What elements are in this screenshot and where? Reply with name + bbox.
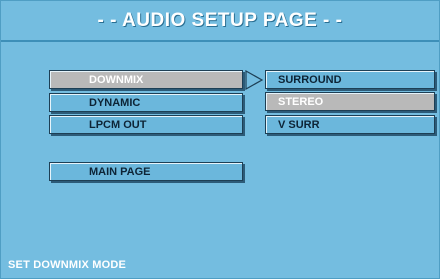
audio-setup-screen: - - AUDIO SETUP PAGE - - DOWNMIX DYNAMIC…	[0, 0, 440, 279]
menu-item-main-page[interactable]: MAIN PAGE	[49, 162, 243, 181]
option-v-surr[interactable]: V SURR	[265, 115, 435, 134]
option-surround[interactable]: SURROUND	[265, 70, 435, 89]
menu-item-label: DOWNMIX	[89, 73, 144, 86]
option-label: SURROUND	[278, 73, 342, 86]
page-header: - - AUDIO SETUP PAGE - -	[1, 1, 439, 42]
menu-item-label: LPCM OUT	[89, 118, 147, 131]
menu-item-lpcm-out[interactable]: LPCM OUT	[49, 115, 243, 134]
option-stereo[interactable]: STEREO	[265, 92, 435, 111]
option-label: V SURR	[278, 118, 320, 131]
triangle-right-icon	[245, 70, 264, 90]
option-label: STEREO	[278, 95, 324, 108]
menu-item-label: MAIN PAGE	[89, 165, 151, 178]
menu-item-label: DYNAMIC	[89, 96, 141, 109]
page-title: - - AUDIO SETUP PAGE - -	[97, 9, 343, 31]
menu-item-downmix[interactable]: DOWNMIX	[49, 70, 243, 89]
status-text: SET DOWNMIX MODE	[8, 259, 127, 271]
menu-item-dynamic[interactable]: DYNAMIC	[49, 93, 243, 112]
